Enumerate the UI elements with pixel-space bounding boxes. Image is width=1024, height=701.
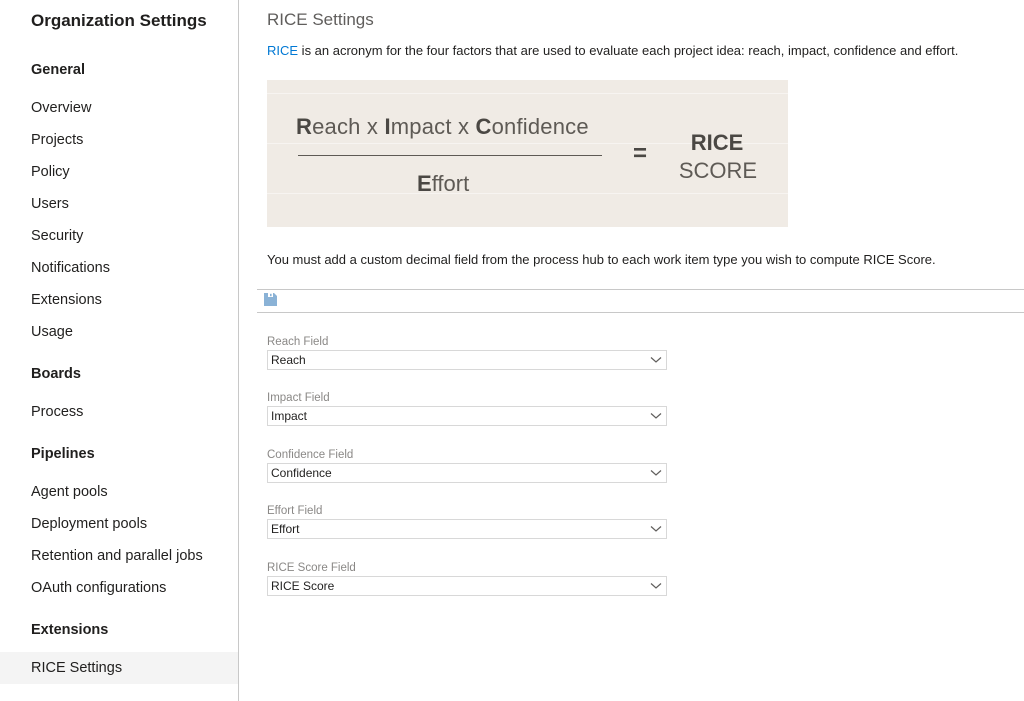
sidebar-item-retention-parallel-jobs[interactable]: Retention and parallel jobs bbox=[0, 540, 238, 572]
main-content: RICE Settings RICE is an acronym for the… bbox=[239, 0, 1024, 701]
result-rice: RICE bbox=[690, 130, 744, 155]
sidebar-item-usage[interactable]: Usage bbox=[0, 316, 238, 348]
chevron-down-icon bbox=[650, 413, 662, 419]
confidence-field-label: Confidence Field bbox=[267, 449, 354, 461]
effort-field-value: Effort bbox=[271, 522, 300, 536]
sidebar-title: Organization Settings bbox=[31, 11, 207, 30]
nav-group-extensions: Extensions bbox=[31, 622, 109, 638]
formula-denominator: Effort bbox=[417, 171, 469, 197]
times-sign: x bbox=[451, 114, 476, 139]
nav-group-boards: Boards bbox=[31, 366, 81, 382]
equals-sign: = bbox=[633, 140, 648, 167]
effort-field-label: Effort Field bbox=[267, 505, 323, 517]
fraction-bar bbox=[298, 155, 602, 156]
sidebar-item-deployment-pools[interactable]: Deployment pools bbox=[0, 508, 238, 540]
custom-field-note: You must add a custom decimal field from… bbox=[267, 252, 936, 267]
rice-score-field-label: RICE Score Field bbox=[267, 562, 356, 574]
sidebar-item-policy[interactable]: Policy bbox=[0, 156, 238, 188]
effort-field-select[interactable]: Effort bbox=[267, 519, 667, 539]
sidebar-item-users[interactable]: Users bbox=[0, 188, 238, 220]
reach-field-select[interactable]: Reach bbox=[267, 350, 667, 370]
sidebar: Organization Settings General Overview P… bbox=[0, 0, 239, 701]
chevron-down-icon bbox=[650, 583, 662, 589]
impact-field: Impact Field Impact bbox=[267, 391, 667, 426]
chevron-down-icon bbox=[650, 470, 662, 476]
save-button[interactable] bbox=[264, 293, 278, 307]
confidence-field-select[interactable]: Confidence bbox=[267, 463, 667, 483]
reach-field-value: Reach bbox=[271, 353, 306, 367]
effort-initial: E bbox=[417, 171, 432, 196]
rice-score-field-select[interactable]: RICE Score bbox=[267, 576, 667, 596]
nav-group-pipelines: Pipelines bbox=[31, 446, 95, 462]
page-title: RICE Settings bbox=[267, 10, 374, 29]
sidebar-item-security[interactable]: Security bbox=[0, 220, 238, 252]
impact-field-value: Impact bbox=[271, 409, 308, 423]
sidebar-item-rice-settings[interactable]: RICE Settings bbox=[0, 652, 238, 684]
rice-score-field: RICE Score Field RICE Score bbox=[267, 561, 667, 596]
confidence-field: Confidence Field Confidence bbox=[267, 448, 667, 483]
sidebar-item-extensions[interactable]: Extensions bbox=[0, 284, 238, 316]
chevron-down-icon bbox=[650, 357, 662, 363]
reach-field-label: Reach Field bbox=[267, 336, 329, 348]
toolbar bbox=[257, 289, 1024, 313]
rice-link[interactable]: RICE bbox=[267, 43, 298, 58]
impact-rest: mpact bbox=[390, 114, 452, 139]
save-icon bbox=[264, 293, 277, 306]
reach-initial: R bbox=[296, 114, 313, 139]
nav-group-general: General bbox=[31, 62, 85, 78]
reach-field: Reach Field Reach bbox=[267, 335, 667, 370]
confidence-rest: onfidence bbox=[491, 114, 589, 139]
sidebar-item-oauth-configurations[interactable]: OAuth configurations bbox=[0, 572, 238, 604]
intro-description: is an acronym for the four factors that … bbox=[298, 43, 959, 58]
result-score: SCORE bbox=[678, 158, 758, 183]
formula-numerator: Reach x Impact x Confidence bbox=[296, 114, 589, 140]
intro-text: RICE is an acronym for the four factors … bbox=[267, 43, 958, 58]
sidebar-item-overview[interactable]: Overview bbox=[0, 92, 238, 124]
sidebar-item-projects[interactable]: Projects bbox=[0, 124, 238, 156]
sidebar-item-process[interactable]: Process bbox=[0, 396, 238, 428]
impact-field-select[interactable]: Impact bbox=[267, 406, 667, 426]
chevron-down-icon bbox=[650, 526, 662, 532]
confidence-field-value: Confidence bbox=[271, 466, 332, 480]
times-sign: x bbox=[360, 114, 385, 139]
reach-rest: each bbox=[312, 114, 361, 139]
effort-field: Effort Field Effort bbox=[267, 504, 667, 539]
impact-field-label: Impact Field bbox=[267, 392, 330, 404]
rice-formula-image: Reach x Impact x Confidence Effort = RIC… bbox=[267, 80, 788, 227]
sidebar-item-notifications[interactable]: Notifications bbox=[0, 252, 238, 284]
rice-score-field-value: RICE Score bbox=[271, 579, 335, 593]
confidence-initial: C bbox=[475, 114, 492, 139]
sidebar-item-agent-pools[interactable]: Agent pools bbox=[0, 476, 238, 508]
effort-rest: ffort bbox=[431, 171, 470, 196]
